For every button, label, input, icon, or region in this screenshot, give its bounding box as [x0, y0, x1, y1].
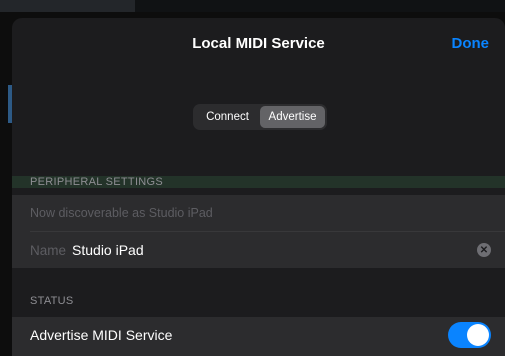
xmark-circle-icon[interactable]: ✕ — [477, 243, 491, 257]
mode-segmented-control: Connect Advertise — [193, 104, 327, 130]
device-name-field[interactable] — [72, 242, 453, 258]
navigation-bar: Local MIDI Service Done — [12, 18, 505, 70]
peripheral-settings-header: PERIPHERAL SETTINGS — [30, 176, 164, 188]
status-header: STATUS — [30, 295, 74, 307]
name-row: Name ✕ — [12, 232, 505, 268]
midi-service-sheet: Local MIDI Service Done Connect Advertis… — [12, 18, 505, 356]
name-label: Name — [30, 242, 67, 258]
backdrop-tab — [0, 0, 135, 12]
done-button[interactable]: Done — [452, 35, 490, 52]
toggle-knob — [467, 324, 489, 346]
discoverable-text: Now discoverable as Studio iPad — [30, 206, 213, 220]
advertise-midi-row: Advertise MIDI Service — [12, 317, 505, 353]
segment-advertise[interactable]: Advertise — [260, 106, 325, 128]
page-title: Local MIDI Service — [192, 35, 325, 52]
discoverable-status-row: Now discoverable as Studio iPad — [12, 195, 505, 231]
advertise-midi-label: Advertise MIDI Service — [30, 327, 173, 343]
advertise-midi-toggle[interactable] — [448, 322, 491, 348]
segment-connect[interactable]: Connect — [195, 106, 260, 128]
